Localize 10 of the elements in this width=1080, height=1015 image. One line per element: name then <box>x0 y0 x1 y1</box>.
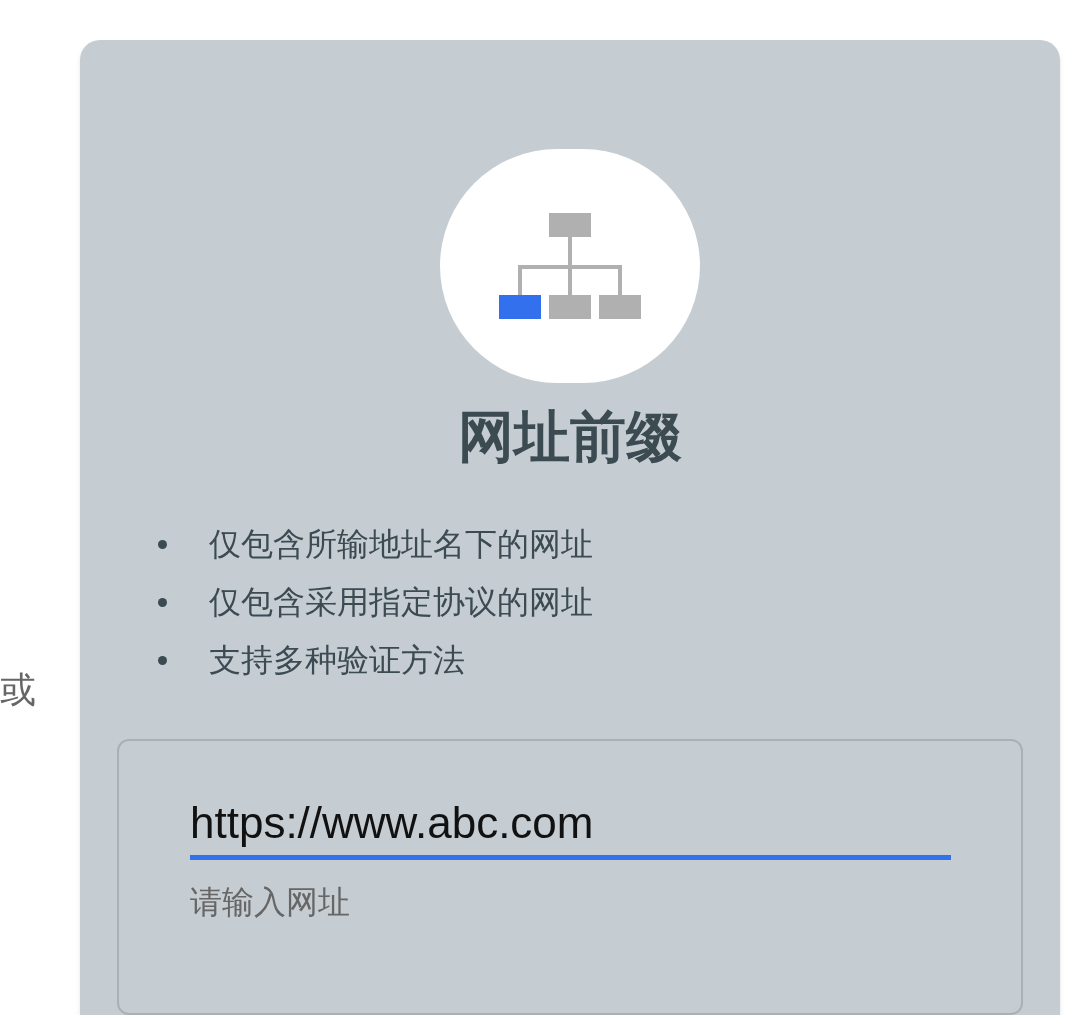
bullet-text: 仅包含采用指定协议的网址 <box>209 582 593 624</box>
helper-text: 请输入网址 <box>190 882 351 924</box>
bullet-icon <box>158 597 167 607</box>
bullet-icon <box>158 539 167 549</box>
separator-text: 或 <box>0 668 36 712</box>
bullet-text: 仅包含所输地址名下的网址 <box>209 524 593 566</box>
bullet-text: 支持多种验证方法 <box>209 640 465 682</box>
url-input-field[interactable]: https://www.abc.com <box>190 793 951 861</box>
bullet-icon <box>158 655 167 665</box>
card-title: 网址前缀 <box>458 403 682 472</box>
